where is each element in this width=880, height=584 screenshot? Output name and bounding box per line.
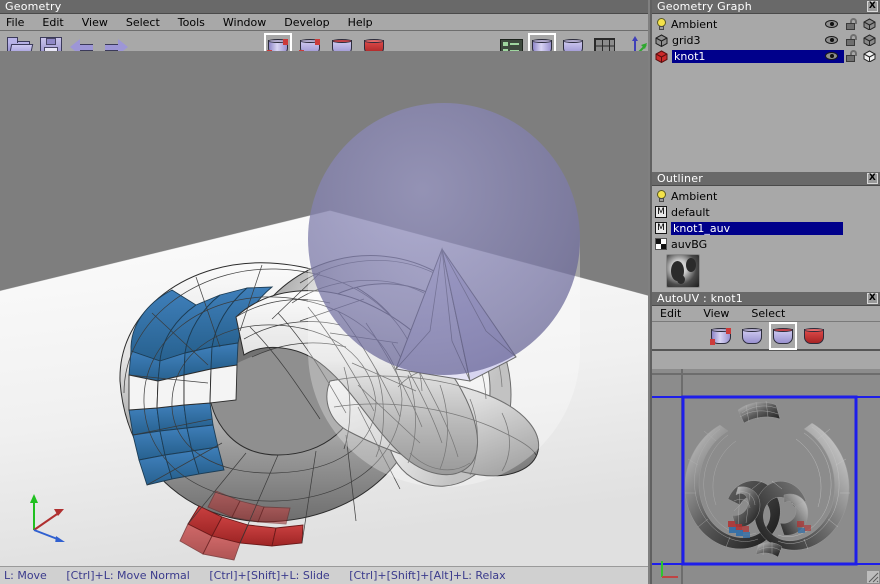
uv-canvas[interactable] bbox=[652, 369, 880, 584]
geometry-graph-row-ambient[interactable]: Ambient bbox=[652, 16, 880, 32]
menu-tools[interactable]: Tools bbox=[178, 16, 205, 29]
outliner-row-label: default bbox=[671, 205, 710, 219]
visibility-eye-icon[interactable] bbox=[825, 18, 838, 30]
outliner-list: Ambient M default M knot1_auv auvBG bbox=[652, 186, 880, 288]
uv-axes-indicator bbox=[661, 561, 678, 578]
menu-window[interactable]: Window bbox=[223, 16, 266, 29]
3d-viewport[interactable] bbox=[0, 51, 648, 566]
hint-slide: [Ctrl]+[Shift]+L: Slide bbox=[209, 569, 330, 582]
geometry-graph-row-label: grid3 bbox=[672, 33, 701, 47]
main-menubar[interactable]: File Edit View Select Tools Window Devel… bbox=[0, 14, 648, 31]
outliner-row-knot1-auv[interactable]: M knot1_auv bbox=[652, 220, 880, 236]
menu-edit[interactable]: Edit bbox=[42, 16, 63, 29]
geometry-title: Geometry bbox=[5, 0, 62, 13]
geometry-graph-title: Geometry Graph bbox=[657, 0, 752, 13]
geometry-window: Geometry File Edit View Select Tools Win… bbox=[0, 0, 648, 584]
autouv-panel: AutoUV : knot1 X Edit View Select bbox=[652, 292, 880, 584]
lock-open-icon[interactable] bbox=[844, 18, 857, 30]
geometry-graph-titlebar: Geometry Graph X bbox=[652, 0, 880, 14]
uv-render bbox=[652, 369, 880, 584]
outliner-row-label: auvBG bbox=[671, 237, 708, 251]
outliner-row-label: knot1_auv bbox=[671, 221, 843, 235]
resize-grip[interactable] bbox=[867, 571, 879, 583]
autouv-close-icon[interactable]: X bbox=[867, 293, 878, 304]
autouv-mode-edge-icon[interactable] bbox=[739, 323, 765, 349]
outliner-panel: Outliner X Ambient M default M knot1_auv bbox=[652, 172, 880, 292]
hint-move-normal: [Ctrl]+L: Move Normal bbox=[66, 569, 190, 582]
geometry-graph-close-icon[interactable]: X bbox=[867, 1, 878, 12]
menu-view[interactable]: View bbox=[82, 16, 108, 29]
outliner-title: Outliner bbox=[657, 172, 703, 185]
autouv-title: AutoUV : knot1 bbox=[657, 292, 743, 305]
red-cube-icon bbox=[655, 49, 668, 63]
geometry-graph-row-label: Ambient bbox=[671, 17, 718, 31]
wireframe-cube-icon[interactable] bbox=[863, 18, 876, 30]
wireframe-cube-icon[interactable] bbox=[863, 50, 876, 62]
outliner-row-ambient[interactable]: Ambient bbox=[652, 188, 880, 204]
outliner-row-label: Ambient bbox=[671, 189, 718, 203]
autouv-titlebar: AutoUV : knot1 X bbox=[652, 292, 880, 306]
checker-icon bbox=[655, 238, 667, 250]
autouv-mode-body-icon[interactable] bbox=[801, 323, 827, 349]
viewport-axis-indicator bbox=[30, 494, 65, 542]
right-dock: Geometry Graph X Ambient grid3 knot1 Out… bbox=[650, 0, 880, 584]
geometry-graph-row-label: knot1 bbox=[672, 49, 844, 63]
menu-select[interactable]: Select bbox=[126, 16, 160, 29]
autouv-menubar[interactable]: Edit View Select bbox=[652, 306, 880, 322]
wireframe-cube-icon[interactable] bbox=[863, 34, 876, 46]
light-bulb-icon bbox=[655, 17, 667, 31]
geometry-graph-list: Ambient grid3 knot1 bbox=[652, 14, 880, 64]
outliner-close-icon[interactable]: X bbox=[867, 173, 878, 184]
autouv-mode-face-icon[interactable] bbox=[769, 321, 797, 350]
application-window: Geometry File Edit View Select Tools Win… bbox=[0, 0, 880, 584]
geometry-graph-row-knot1[interactable]: knot1 bbox=[652, 48, 880, 64]
geometry-graph-row-grid3[interactable]: grid3 bbox=[652, 32, 880, 48]
auvbg-texture-thumbnail[interactable] bbox=[666, 254, 700, 288]
autouv-toolbar bbox=[652, 321, 880, 351]
status-bar: L: Move [Ctrl]+L: Move Normal [Ctrl]+[Sh… bbox=[0, 566, 648, 584]
outliner-row-default[interactable]: M default bbox=[652, 204, 880, 220]
gray-cube-icon bbox=[655, 33, 668, 47]
lock-open-icon[interactable] bbox=[844, 34, 857, 46]
magnet-influence-sphere bbox=[308, 103, 580, 375]
geometry-graph-panel: Geometry Graph X Ambient grid3 knot1 bbox=[652, 0, 880, 172]
outliner-row-auvbg[interactable]: auvBG bbox=[652, 236, 880, 252]
hint-relax: [Ctrl]+[Shift]+[Alt]+L: Relax bbox=[349, 569, 506, 582]
viewport-render bbox=[0, 51, 648, 566]
visibility-eye-icon[interactable] bbox=[825, 34, 838, 46]
visibility-eye-icon[interactable] bbox=[825, 50, 838, 62]
menu-help[interactable]: Help bbox=[348, 16, 373, 29]
lock-open-icon[interactable] bbox=[844, 50, 857, 62]
material-icon: M bbox=[655, 222, 667, 234]
autouv-menu-view[interactable]: View bbox=[703, 307, 729, 320]
autouv-mode-vertex-icon[interactable] bbox=[708, 323, 734, 349]
hint-move: L: Move bbox=[4, 569, 47, 582]
outliner-titlebar: Outliner X bbox=[652, 172, 880, 186]
autouv-menu-edit[interactable]: Edit bbox=[660, 307, 681, 320]
menu-file[interactable]: File bbox=[6, 16, 24, 29]
menu-develop[interactable]: Develop bbox=[284, 16, 329, 29]
material-icon: M bbox=[655, 206, 667, 218]
geometry-titlebar: Geometry bbox=[0, 0, 648, 14]
autouv-menu-select[interactable]: Select bbox=[751, 307, 785, 320]
light-bulb-icon bbox=[655, 189, 667, 203]
